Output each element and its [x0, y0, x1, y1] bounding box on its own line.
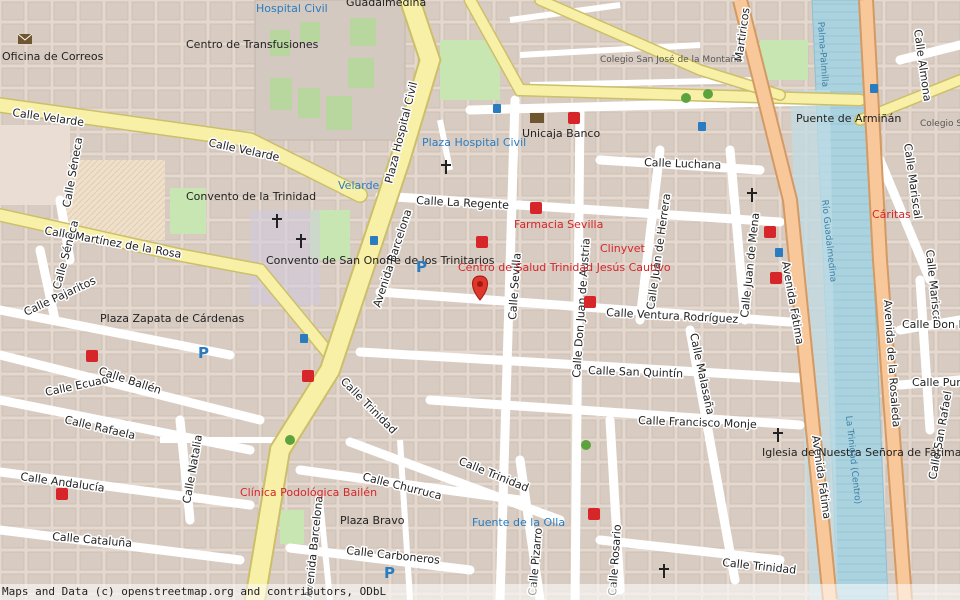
plaza-area	[0, 125, 70, 205]
label-iglesia-fatima: Iglesia de Nuestra Señora de Fátima	[762, 446, 960, 459]
label-plaza-zapata: Plaza Zapata de Cárdenas	[100, 312, 244, 325]
label-plaza-hospital: Plaza Hospital Civil	[422, 136, 526, 149]
label-puente-arminan: Puente de Armiñán	[796, 112, 901, 125]
label-colegio-montana: Colegio San José de la Montaña	[600, 54, 742, 65]
svg-text:P: P	[416, 258, 427, 276]
svg-text:P: P	[198, 344, 209, 362]
label-luchana: Calle Luchana	[644, 156, 722, 172]
label-transfusiones: Centro de Transfusiones	[186, 38, 319, 51]
map-canvas[interactable]: Calle Velarde Calle Velarde Calle Martín…	[0, 0, 960, 600]
label-guadalmedina: Guadalmedina	[346, 0, 426, 9]
label-clinyvet: Clinyvet	[600, 242, 646, 255]
label-hospital-civil: Hospital Civil	[256, 2, 328, 15]
label-centro-salud: Centro de Salud Trinidad Jesús Cautivo	[458, 261, 671, 274]
label-caritas: Cáritas	[872, 208, 911, 221]
label-convento-trinidad: Convento de la Trinidad	[186, 190, 316, 203]
label-correos: Oficina de Correos	[2, 50, 104, 63]
label-fuente-olla: Fuente de la Olla	[472, 516, 565, 529]
svg-text:P: P	[384, 564, 395, 582]
label-plaza-bravo: Plaza Bravo	[340, 514, 405, 527]
label-farmacia: Farmacia Sevilla	[514, 218, 603, 231]
label-clinica-podologica: Clínica Podológica Bailén	[240, 486, 377, 499]
map-svg: Calle Velarde Calle Velarde Calle Martín…	[0, 0, 960, 600]
label-puri: Calle Puri	[912, 376, 960, 389]
label-unicaja: Unicaja Banco	[522, 127, 600, 140]
label-velarde-stop: Velarde	[338, 179, 380, 192]
label-colegio-dios: Colegio San Juan de Dios	[920, 119, 960, 129]
map-attribution[interactable]: Maps and Data (c) openstreetmap.org and …	[0, 584, 960, 600]
bank-icon	[530, 113, 544, 123]
label-don-ro: Calle Don Ro	[902, 318, 960, 331]
post-office-icon	[17, 33, 33, 44]
